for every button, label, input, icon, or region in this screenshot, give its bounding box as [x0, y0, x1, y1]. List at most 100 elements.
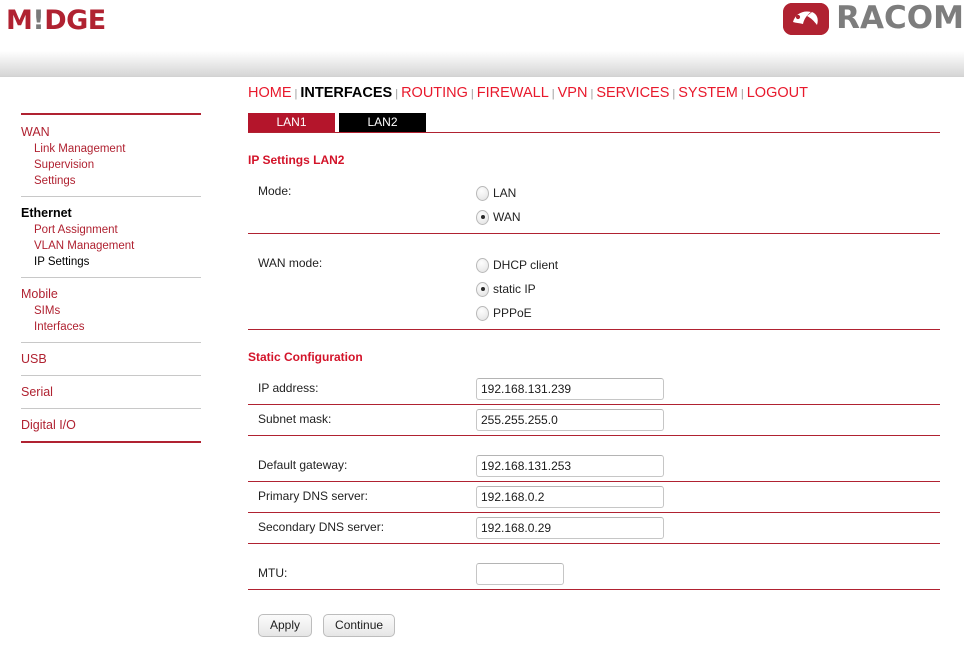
banner-gradient-divider [0, 48, 964, 77]
midge-logo-prefix: M [6, 5, 33, 36]
sidebar-item-sims[interactable]: SIMs [21, 303, 201, 319]
nav-vpn[interactable]: VPN [558, 85, 588, 101]
section-title-static-configuration: Static Configuration [248, 350, 363, 364]
sidebar-bottom-rule [21, 441, 201, 443]
mtu-input[interactable] [476, 563, 564, 585]
sidebar-top-rule [21, 113, 201, 115]
nav-firewall[interactable]: FIREWALL [477, 85, 549, 101]
radio-dhcp-client-label[interactable]: DHCP client [493, 258, 558, 272]
radio-wan-label[interactable]: WAN [493, 210, 521, 224]
nav-services[interactable]: SERVICES [596, 85, 669, 101]
label-default-gateway: Default gateway: [258, 458, 348, 472]
midge-product-logo: M!DGE [6, 6, 106, 36]
secondary-dns-server-input[interactable] [476, 517, 664, 539]
sidebar-item-digital-io[interactable]: Digital I/O [21, 416, 201, 434]
sidebar-divider [21, 375, 201, 376]
apply-button[interactable]: Apply [258, 614, 313, 637]
form-row-ip-address: IP address: [248, 374, 940, 404]
field-wrap-default-gateway [476, 455, 940, 477]
radio-lan-icon[interactable] [476, 185, 489, 201]
form-row-wan-mode: WAN mode: DHCP client static IP PPPoE [248, 249, 940, 329]
label-primary-dns-server: Primary DNS server: [258, 489, 369, 503]
nav-interfaces[interactable]: INTERFACES [300, 85, 392, 101]
mode-radio-group: LAN WAN [476, 181, 940, 229]
sidebar-item-mobile-interfaces[interactable]: Interfaces [21, 319, 201, 335]
section-title-ip-settings: IP Settings LAN2 [248, 153, 345, 167]
sidebar-item-vlan-management[interactable]: VLAN Management [21, 238, 201, 254]
sidebar-item-ethernet[interactable]: Ethernet [21, 204, 201, 222]
nav-routing[interactable]: ROUTING [401, 85, 468, 101]
radio-option-dhcp-client[interactable]: DHCP client [476, 253, 940, 277]
sidebar-item-wan[interactable]: WAN [21, 123, 201, 141]
radio-lan-label[interactable]: LAN [493, 186, 516, 200]
field-wrap-ip-address [476, 378, 940, 400]
radio-pppoe-icon[interactable] [476, 305, 489, 321]
sidebar-group-ethernet: Ethernet Port Assignment VLAN Management… [21, 204, 201, 270]
label-mtu: MTU: [258, 566, 288, 580]
sidebar-item-serial[interactable]: Serial [21, 383, 201, 401]
racom-wordmark: RACOM [836, 0, 964, 36]
default-gateway-input[interactable] [476, 455, 664, 477]
racom-logo: RACOM [783, 2, 964, 35]
radio-option-lan[interactable]: LAN [476, 181, 940, 205]
sidebar-item-link-management[interactable]: Link Management [21, 141, 201, 157]
label-wan-mode: WAN mode: [258, 256, 323, 270]
label-ip-address: IP address: [258, 381, 319, 395]
sidebar-item-mobile[interactable]: Mobile [21, 285, 201, 303]
midge-logo-suffix: DGE [44, 5, 106, 36]
nav-separator: | [470, 88, 474, 100]
radio-option-static-ip[interactable]: static IP [476, 277, 940, 301]
midge-logo-bang: ! [32, 5, 45, 36]
sidebar-item-port-assignment[interactable]: Port Assignment [21, 222, 201, 238]
form-row-primary-dns: Primary DNS server: [248, 482, 940, 512]
label-subnet-mask: Subnet mask: [258, 412, 332, 426]
sidebar-group-wan: WAN Link Management Supervision Settings [21, 123, 201, 189]
tabs-underline [248, 132, 940, 133]
field-wrap-subnet-mask [476, 409, 940, 431]
form-row-secondary-dns: Secondary DNS server: [248, 513, 940, 543]
sidebar-navigation: WAN Link Management Supervision Settings… [21, 113, 201, 443]
main-content: HOME | INTERFACES | ROUTING | FIREWALL | VPN | SER… [248, 77, 940, 637]
radio-static-ip-icon[interactable] [476, 281, 489, 297]
continue-button[interactable]: Continue [323, 614, 396, 637]
sidebar-group-serial: Serial [21, 383, 201, 401]
sidebar-divider [21, 408, 201, 409]
sidebar-group-mobile: Mobile SIMs Interfaces [21, 285, 201, 335]
sidebar-item-ip-settings[interactable]: IP Settings [21, 254, 201, 270]
sidebar-group-usb: USB [21, 350, 201, 368]
nav-separator: | [551, 88, 555, 100]
nav-separator: | [672, 88, 676, 100]
row-divider [248, 589, 940, 590]
radio-dhcp-client-icon[interactable] [476, 257, 489, 273]
nav-logout[interactable]: LOGOUT [747, 85, 808, 101]
radio-pppoe-label[interactable]: PPPoE [493, 306, 532, 320]
subnet-mask-input[interactable] [476, 409, 664, 431]
racom-leaf-icon [783, 2, 830, 35]
form-action-bar: Apply Continue [248, 614, 940, 637]
sidebar-item-usb[interactable]: USB [21, 350, 201, 368]
form-row-mode: Mode: LAN WAN [248, 177, 940, 233]
tab-lan1[interactable]: LAN1 [248, 113, 335, 132]
nav-system[interactable]: SYSTEM [678, 85, 738, 101]
label-secondary-dns-server: Secondary DNS server: [258, 520, 385, 534]
nav-home[interactable]: HOME [248, 85, 292, 101]
radio-wan-icon[interactable] [476, 209, 489, 225]
radio-option-pppoe[interactable]: PPPoE [476, 301, 940, 325]
sidebar-item-supervision[interactable]: Supervision [21, 157, 201, 173]
tab-lan2[interactable]: LAN2 [339, 113, 426, 132]
ip-address-input[interactable] [476, 378, 664, 400]
primary-dns-server-input[interactable] [476, 486, 664, 508]
nav-separator: | [590, 88, 594, 100]
field-wrap-secondary-dns [476, 517, 940, 539]
label-mode: Mode: [258, 184, 292, 198]
radio-static-ip-label[interactable]: static IP [493, 282, 536, 296]
field-wrap-mtu [476, 563, 940, 585]
sidebar-group-digital-io: Digital I/O [21, 416, 201, 434]
interface-tabs: LAN1 LAN2 [248, 113, 940, 132]
radio-option-wan[interactable]: WAN [476, 205, 940, 229]
sidebar-item-settings[interactable]: Settings [21, 173, 201, 189]
form-row-subnet-mask: Subnet mask: [248, 405, 940, 435]
sidebar-divider [21, 196, 201, 197]
